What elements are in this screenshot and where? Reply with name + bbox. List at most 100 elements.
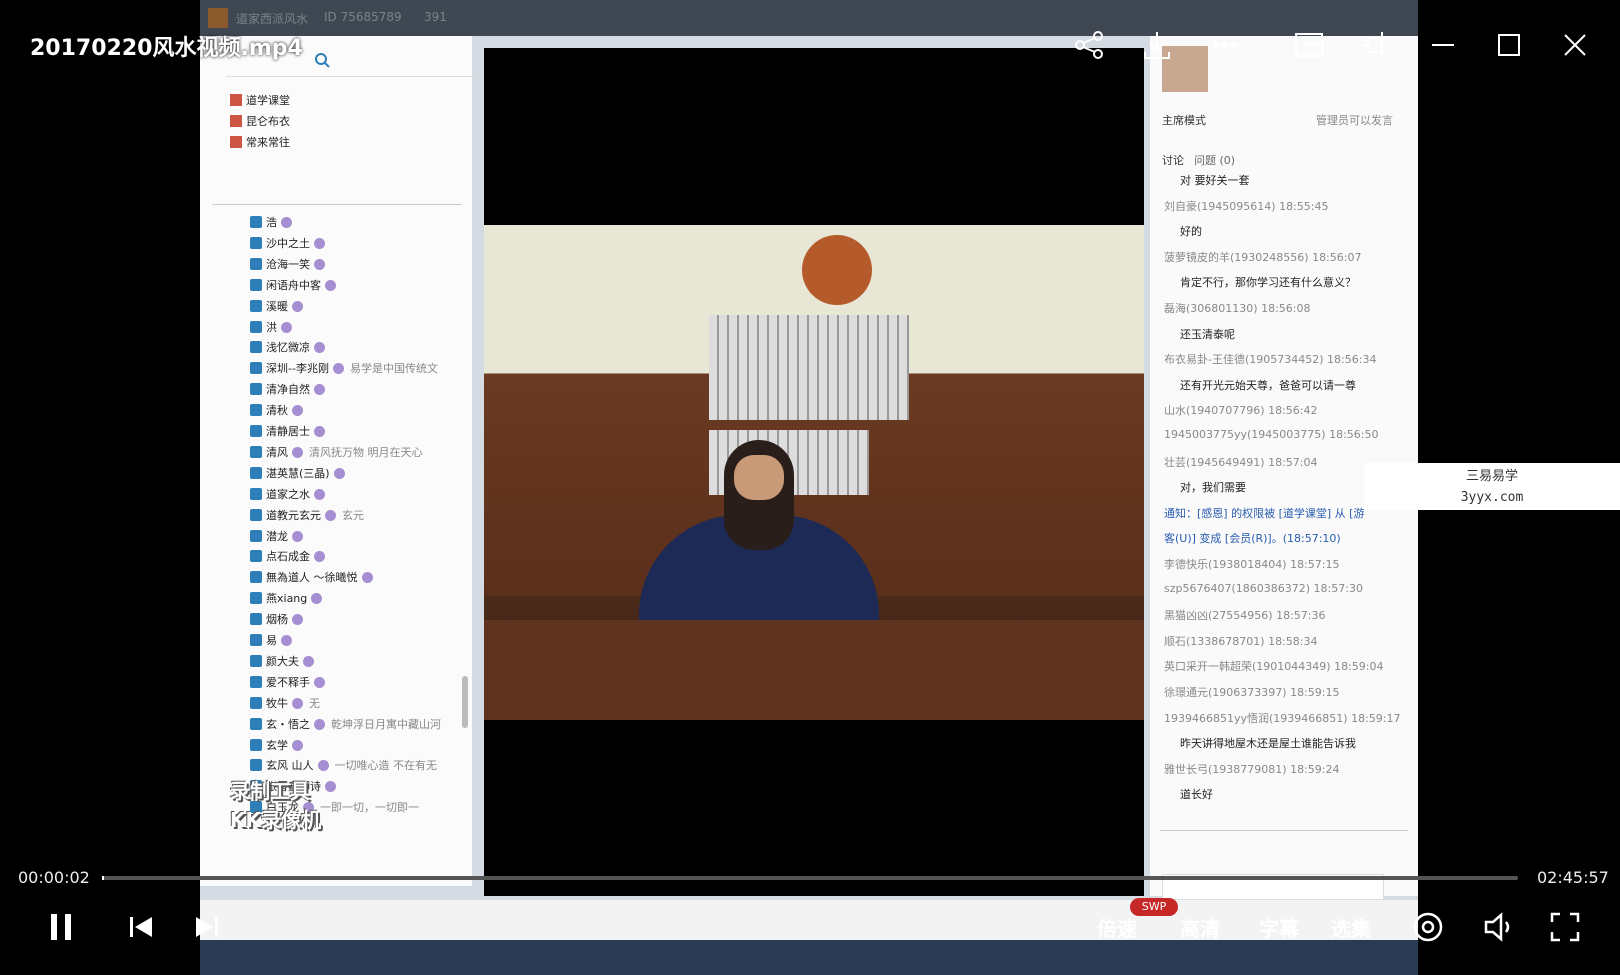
chat-message: szp5676407(1860386372) 18:57:30 [1164, 581, 1363, 595]
user-icon [250, 634, 262, 646]
chat-message: 英口采开一韩超荣(1901044349) 18:59:04 [1164, 660, 1384, 674]
speed-button[interactable]: 倍速 [1097, 913, 1137, 942]
group-icon [230, 115, 242, 127]
user-icon [250, 592, 262, 605]
badge-icon [314, 342, 325, 354]
list-item: 闲语舟中客 [250, 277, 336, 293]
badge-icon [332, 363, 344, 375]
chat-message: 通知：[感恩] 的权限被 [道学课堂] 从 [游 [1164, 506, 1365, 520]
group-item: 昆仑布衣 [230, 113, 290, 129]
more-icon[interactable] [1208, 28, 1242, 62]
chat-message: 菠萝镜皮的羊(1930248556) 18:56:07 [1164, 250, 1362, 264]
pause-icon[interactable] [44, 910, 78, 944]
user-icon [250, 696, 262, 709]
list-item: 沧海一笑 [250, 256, 325, 272]
user-icon [250, 383, 262, 396]
member-name: 沧海一笑 [266, 257, 310, 271]
list-item: 点石成金 [250, 548, 325, 564]
member-name: 牧牛 [266, 696, 288, 710]
user-icon [250, 466, 262, 479]
recorded-member-panel: 道学课堂 昆仑布衣 常来常往 浩沙中之土 沧海一笑 闲语舟中客 溪暖洪浅忆微凉 深圳--李兆… [200, 36, 476, 886]
user-icon [250, 717, 262, 730]
progress-bar[interactable] [102, 876, 1518, 880]
chat-tab-discuss: 讨论 [1162, 154, 1184, 167]
user-icon [250, 362, 262, 375]
badge-icon [314, 676, 325, 688]
badge-icon [314, 426, 325, 437]
episodes-button[interactable]: 选集 [1331, 913, 1371, 942]
group-icon [230, 136, 242, 148]
chat-message: 还玉清泰呢 [1180, 327, 1235, 341]
member-name: 燕xiang [266, 592, 308, 606]
member-name: 湛英慧(三晶) [266, 466, 330, 480]
pin-window-icon[interactable] [1358, 28, 1392, 62]
download-icon[interactable] [1140, 28, 1174, 62]
quality-button[interactable]: 高清 [1180, 913, 1220, 942]
user-icon [250, 257, 262, 270]
next-icon[interactable] [190, 910, 224, 944]
group-label: 昆仑布衣 [246, 115, 290, 128]
member-name: 烟杨 [266, 613, 288, 627]
badge-icon [292, 614, 303, 626]
settings-icon[interactable] [1411, 910, 1445, 944]
close-icon[interactable] [1558, 28, 1592, 62]
chat-message: 顺石(1338678701) 18:58:34 [1164, 634, 1318, 648]
member-name: 颜大夫 [266, 654, 299, 668]
list-item: 颜大夫 [250, 653, 314, 669]
recorded-window-id: ID 75685789 [324, 10, 402, 24]
user-icon [250, 675, 262, 688]
maximize-icon[interactable] [1492, 28, 1526, 62]
subtitle-button[interactable]: 字幕 [1259, 913, 1299, 942]
badge-icon [292, 405, 303, 417]
badge-icon [325, 781, 336, 793]
user-icon [250, 320, 262, 333]
chat-message: 壮芸(1945649491) 18:57:04 [1164, 455, 1318, 469]
volume-icon[interactable] [1482, 910, 1516, 944]
badge-icon [325, 509, 336, 521]
list-item: 烟杨 [250, 611, 303, 627]
fullscreen-icon[interactable] [1548, 910, 1582, 944]
member-name: 易 [266, 634, 277, 647]
group-label: 常来常往 [246, 136, 290, 149]
badge-icon [281, 635, 292, 646]
chat-message: 对，我们需要 [1180, 481, 1246, 495]
recorded-window-title: 道家西派风水 [236, 12, 309, 26]
site-watermark-line2: 3yyx.com [1460, 490, 1524, 505]
badge-icon [292, 739, 303, 751]
recorder-watermark: 录制工具 KK录像机 [230, 775, 321, 833]
badge-icon [292, 530, 303, 542]
chat-message: 山水(1940707796) 18:56:42 [1164, 404, 1318, 418]
member-name: 玄风 山人 [266, 759, 314, 773]
badge-icon [281, 321, 292, 333]
member-name: 点石成金 [266, 550, 310, 564]
picture-in-picture-icon[interactable] [1292, 28, 1326, 62]
list-item: 洪 [250, 319, 292, 335]
member-name: 道家之水 [266, 487, 310, 501]
list-item: 浩 [250, 214, 292, 230]
current-time: 00:00:02 [18, 868, 90, 887]
list-item: 玄风 山人 一切唯心造 不在有无 [250, 757, 437, 773]
chat-message: 李德快乐(1938018404) 18:57:15 [1164, 558, 1340, 571]
list-item: 易 [250, 632, 292, 648]
badge-icon [314, 237, 325, 249]
badge-icon [314, 488, 325, 500]
speaker-face [734, 455, 784, 500]
recorded-screen: 道家西派风水 ID 75685789 391 道学课堂 昆仑布衣 常来常往 浩沙中之… [200, 0, 1418, 975]
site-watermark-line1: 三易易学 [1465, 469, 1518, 484]
quality-badge: SWP [1130, 898, 1178, 916]
minimize-icon[interactable] [1426, 28, 1460, 62]
site-watermark: 三易易学 3yyx.com [1364, 463, 1620, 510]
chat-message: 对 要好关一套 [1180, 174, 1250, 187]
member-name: 洪 [266, 320, 277, 334]
chat-mode-label: 主席模式 [1162, 114, 1206, 127]
list-item: 玄・悟之 乾坤浮日月寓中藏山河 [250, 716, 441, 732]
chat-message: 雅世长弓(1938779081) 18:59:24 [1164, 762, 1340, 776]
member-name: 清秋 [266, 404, 288, 418]
desk [484, 620, 1144, 720]
member-note: 无 [309, 696, 320, 710]
share-icon[interactable] [1072, 28, 1106, 62]
user-icon [250, 445, 262, 458]
user-icon [250, 738, 262, 751]
previous-icon[interactable] [124, 910, 158, 944]
chat-divider [1160, 830, 1408, 831]
